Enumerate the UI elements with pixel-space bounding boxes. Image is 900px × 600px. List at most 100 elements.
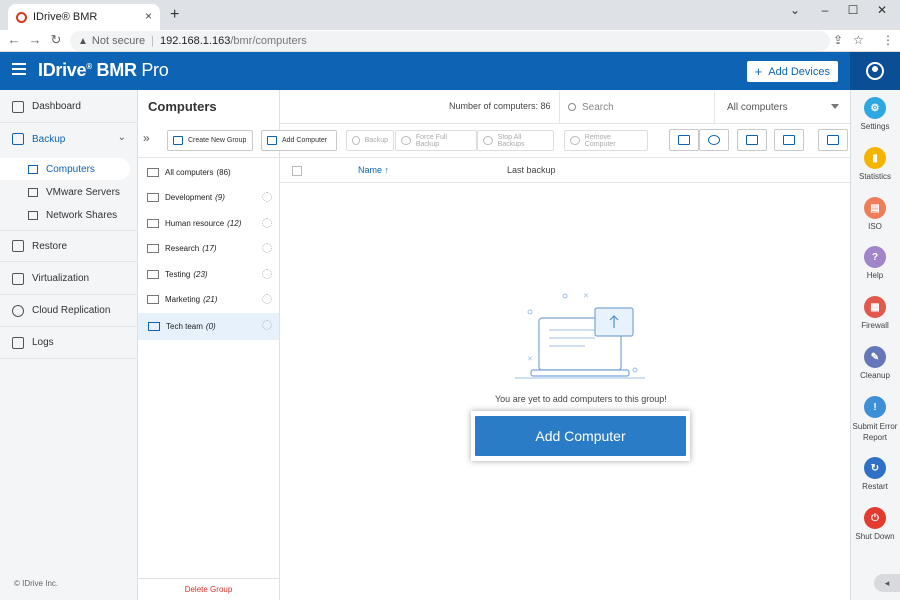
new-tab-button[interactable]: + xyxy=(170,6,179,24)
group-item-research[interactable]: Research (17) xyxy=(138,236,279,262)
move-icon xyxy=(783,135,795,145)
browser-address-bar: ← → ↻ ▲ Not secure | 192.168.1.163 /bmr/… xyxy=(0,30,900,52)
gear-icon[interactable] xyxy=(262,294,272,304)
submit-error-report-action[interactable]: ! Submit Error Report xyxy=(850,396,900,443)
idrive-favicon-icon xyxy=(16,11,27,23)
help-action[interactable]: ? Help xyxy=(850,246,900,280)
nav-cloud-replication[interactable]: Cloud Replication xyxy=(0,295,138,327)
nav-logs[interactable]: Logs xyxy=(0,327,138,359)
gear-icon[interactable] xyxy=(262,243,272,253)
svg-text:✕: ✕ xyxy=(527,356,533,363)
group-item-human-resource[interactable]: Human resource (12) xyxy=(138,211,279,237)
nav-restore[interactable]: Restore xyxy=(0,230,138,262)
group-list: All computers (86) Development (9) Human… xyxy=(138,159,279,340)
back-button[interactable]: ← xyxy=(6,32,22,47)
schedule-grid-icon xyxy=(678,135,690,145)
add-devices-button[interactable]: + Add Devices xyxy=(746,61,838,82)
url-separator: | xyxy=(151,35,154,47)
hamburger-menu-icon[interactable] xyxy=(12,63,26,78)
browser-tab[interactable]: IDrive® BMR × xyxy=(8,4,160,30)
settings-action[interactable]: ⚙ Settings xyxy=(850,97,900,131)
stop-all-backups-button[interactable]: Stop All Backups xyxy=(477,130,554,151)
tab-search-icon[interactable]: ⌄ xyxy=(785,3,805,17)
computer-group-icon xyxy=(147,218,159,228)
restart-icon: ↻ xyxy=(864,457,886,479)
chevron-down-icon[interactable]: ⌄ xyxy=(118,132,126,143)
backup-button[interactable]: Backup xyxy=(346,130,394,151)
statistics-action[interactable]: ▮ Statistics xyxy=(850,147,900,181)
iso-action[interactable]: ▤ ISO xyxy=(850,197,900,231)
computers-group-icon xyxy=(147,167,159,177)
minimize-window-button[interactable]: – xyxy=(815,3,835,17)
group-item-tech-team[interactable]: Tech team (0) xyxy=(138,312,279,340)
force-backup-icon xyxy=(401,136,411,145)
expand-panel-icon[interactable]: » xyxy=(143,131,150,145)
move-to-group-button[interactable] xyxy=(774,129,804,151)
bookmark-star-icon[interactable]: ☆ xyxy=(853,33,864,47)
remove-computer-button[interactable]: Remove Computer xyxy=(564,130,648,151)
gear-icon[interactable] xyxy=(262,319,272,330)
statistics-icon: ▮ xyxy=(864,147,886,169)
gear-icon[interactable] xyxy=(262,217,272,228)
force-full-backup-button[interactable]: Force Full Backup xyxy=(395,130,477,151)
not-secure-label: Not secure xyxy=(91,35,146,47)
help-icon: ? xyxy=(864,246,886,268)
computer-count: Number of computers: 86 xyxy=(449,101,551,111)
tab-close-icon[interactable]: × xyxy=(145,9,152,23)
tools-button[interactable] xyxy=(699,129,729,151)
nav-dashboard[interactable]: Dashboard xyxy=(0,91,138,123)
column-name-header[interactable]: Name ↑ xyxy=(358,165,389,175)
shut-down-action[interactable]: ⏻ Shut Down xyxy=(850,507,900,541)
delete-group-button[interactable]: Delete Group xyxy=(138,578,279,600)
close-window-button[interactable]: ✕ xyxy=(872,3,892,17)
empty-computer-illustration: ✕ ✕ xyxy=(515,293,645,379)
remove-from-group-button[interactable] xyxy=(737,129,767,151)
settings-icon: ⚙ xyxy=(864,97,886,119)
user-avatar-icon xyxy=(866,62,884,80)
caret-down-icon xyxy=(831,104,839,109)
computer-group-icon xyxy=(148,321,160,331)
group-item-all-computers[interactable]: All computers (86) xyxy=(138,159,279,185)
collapse-rail-icon[interactable]: ◂ xyxy=(874,574,900,592)
column-last-backup-header[interactable]: Last backup xyxy=(507,165,556,175)
restart-action[interactable]: ↻ Restart xyxy=(850,457,900,491)
export-button[interactable] xyxy=(818,129,848,151)
group-item-testing[interactable]: Testing (23) xyxy=(138,262,279,288)
search-input[interactable]: Search xyxy=(559,91,714,123)
wrench-icon xyxy=(708,135,720,145)
maximize-window-button[interactable]: ☐ xyxy=(843,3,863,17)
search-icon xyxy=(568,103,576,111)
computer-group-icon xyxy=(147,193,159,203)
subnav-network-shares[interactable]: Network Shares xyxy=(0,204,138,226)
browser-menu-icon[interactable]: ⋮ xyxy=(882,33,894,47)
add-computer-toolbar-button[interactable]: Add Computer xyxy=(261,130,337,151)
nav-backup[interactable]: Backup ⌄ xyxy=(0,123,138,155)
group-item-development[interactable]: Development (9) xyxy=(138,185,279,211)
gear-icon[interactable] xyxy=(262,268,272,279)
sort-ascending-icon: ↑ xyxy=(384,165,390,175)
virtualization-icon xyxy=(12,272,24,285)
subnav-computers[interactable]: Computers xyxy=(0,158,130,180)
cloud-icon xyxy=(12,304,24,317)
url-host: 192.168.1.163 xyxy=(159,35,231,47)
group-item-marketing[interactable]: Marketing (21) xyxy=(138,287,279,313)
computers-filter-dropdown[interactable]: All computers xyxy=(714,91,850,123)
reload-button[interactable]: ↻ xyxy=(48,32,64,48)
nav-virtualization[interactable]: Virtualization xyxy=(0,263,138,295)
share-icon[interactable]: ⇪ xyxy=(833,33,843,47)
select-all-checkbox[interactable] xyxy=(292,166,302,176)
cleanup-action[interactable]: ✎ Cleanup xyxy=(850,346,900,380)
create-new-group-button[interactable]: Create New Group xyxy=(167,130,253,151)
schedule-settings-button[interactable] xyxy=(669,129,699,151)
user-account-button[interactable] xyxy=(850,52,900,90)
forward-button[interactable]: → xyxy=(27,32,43,47)
backup-icon xyxy=(12,133,24,145)
url-field[interactable]: ▲ Not secure | 192.168.1.163 /bmr/comput… xyxy=(70,31,830,51)
subnav-vmware-servers[interactable]: VMware Servers xyxy=(0,181,138,203)
firewall-action[interactable]: ▦ Firewall xyxy=(850,296,900,330)
left-navigation: Dashboard Backup ⌄ Computers VMware Serv… xyxy=(0,90,138,600)
browser-tab-strip: IDrive® BMR × + ⌄ – ☐ ✕ xyxy=(0,0,900,30)
gear-icon[interactable] xyxy=(262,192,272,202)
stop-icon xyxy=(483,136,493,145)
add-computer-button[interactable]: Add Computer xyxy=(475,416,686,456)
